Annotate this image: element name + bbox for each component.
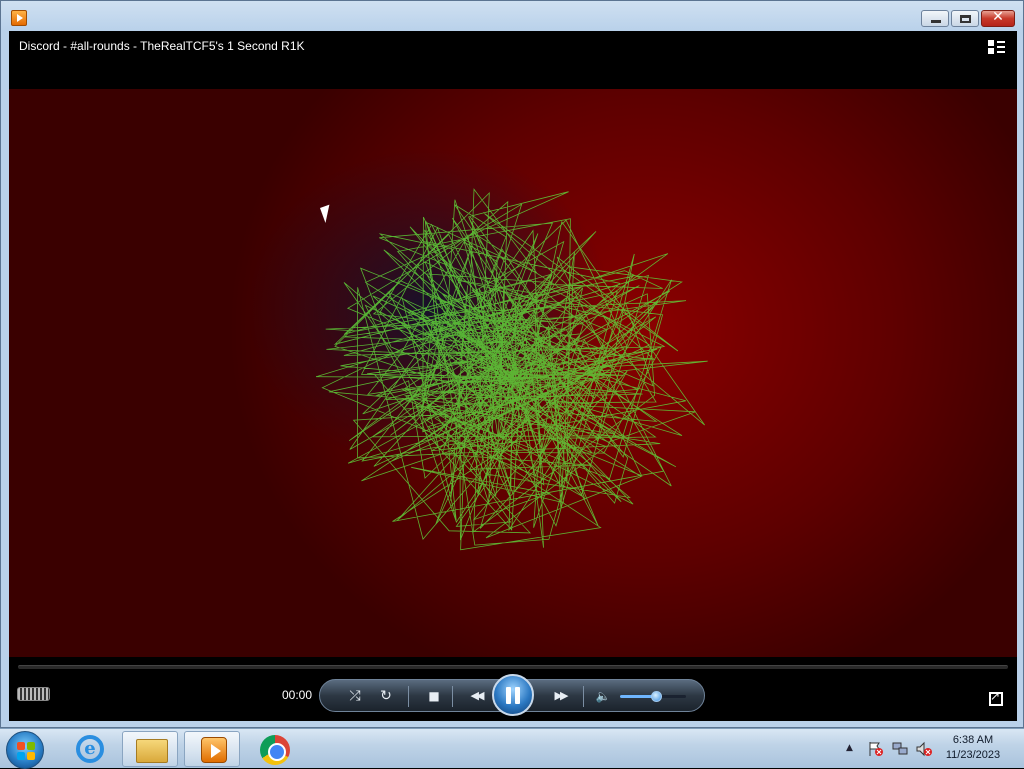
scribble-path <box>315 188 708 551</box>
elapsed-time: 00:00 <box>282 688 313 702</box>
divider <box>583 686 584 707</box>
seek-bar[interactable] <box>18 665 1008 669</box>
internet-explorer-icon: e <box>76 735 104 763</box>
video-display[interactable] <box>9 89 1017 657</box>
status-grip-icon[interactable] <box>17 687 50 701</box>
speaker-icon[interactable]: 🔈 <box>592 686 614 706</box>
minimize-icon <box>931 20 941 23</box>
fullscreen-icon[interactable] <box>989 689 1003 706</box>
maximize-icon <box>960 15 971 23</box>
network-icon[interactable] <box>892 741 908 757</box>
player-client-area: Discord - #all-rounds - TheRealTCF5's 1 … <box>9 31 1017 721</box>
previous-icon[interactable]: ◀◀ <box>461 686 491 706</box>
close-icon: ✕ <box>992 9 1004 25</box>
folder-icon <box>136 739 168 763</box>
taskbar-internet-explorer[interactable]: e <box>60 731 116 767</box>
minimize-button[interactable] <box>921 10 949 27</box>
repeat-icon[interactable]: ↻ <box>375 686 397 706</box>
clock-time: 6:38 AM <box>952 734 994 746</box>
maximize-button[interactable] <box>951 10 979 27</box>
window-controls: ✕ <box>919 9 1015 27</box>
video-frame-scribble <box>315 188 708 551</box>
next-icon[interactable]: ▶▶ <box>545 686 575 706</box>
title-bar[interactable]: ✕ <box>1 1 1023 31</box>
divider <box>452 686 453 707</box>
system-clock[interactable]: 6:38 AM 11/23/2023 <box>928 733 1018 763</box>
media-player-icon <box>201 737 227 763</box>
taskbar-windows-media-player[interactable] <box>184 731 240 767</box>
shuffle-icon[interactable]: ⤮ <box>344 686 366 706</box>
chrome-icon <box>260 735 290 765</box>
now-playing-title: Discord - #all-rounds - TheRealTCF5's 1 … <box>19 39 305 53</box>
pause-icon <box>506 687 511 704</box>
media-player-app-icon[interactable] <box>11 10 27 26</box>
switch-to-library-icon[interactable] <box>988 40 1005 55</box>
divider <box>408 686 409 707</box>
taskbar-windows-explorer[interactable] <box>122 731 178 767</box>
taskbar-google-chrome[interactable] <box>246 731 302 767</box>
media-player-window: ✕ Discord - #all-rounds - TheRealTCF5's … <box>0 0 1024 728</box>
pause-button[interactable] <box>492 674 534 716</box>
stop-icon[interactable]: ■ <box>423 686 445 706</box>
close-button[interactable]: ✕ <box>981 9 1015 27</box>
volume-knob[interactable] <box>651 691 663 702</box>
volume-slider[interactable] <box>620 691 686 702</box>
now-playing-header: Discord - #all-rounds - TheRealTCF5's 1 … <box>9 31 1017 89</box>
transport-controls: ⤮ ↻ ■ ◀◀ ▶▶ 🔈 <box>319 674 705 716</box>
start-button[interactable] <box>6 731 44 769</box>
taskbar: e ▲ 6:38 AM 11/23/2023 <box>0 728 1024 769</box>
action-center-flag-icon[interactable] <box>868 741 884 757</box>
playback-controls-bar: 00:00 ⤮ ↻ ■ ◀◀ ▶▶ 🔈 <box>9 657 1017 721</box>
clock-date: 11/23/2023 <box>945 749 1001 761</box>
show-hidden-icons-icon[interactable]: ▲ <box>846 743 853 753</box>
